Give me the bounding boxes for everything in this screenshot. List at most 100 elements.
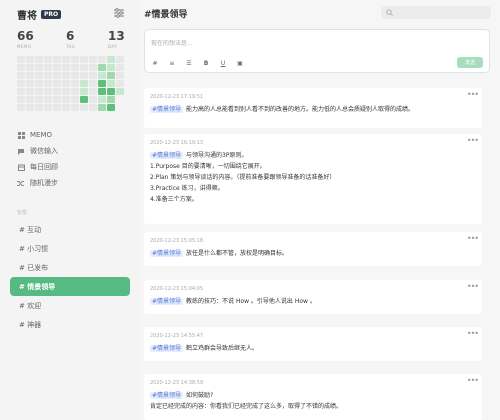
memo-card: 2020-12-23 14:38:59 ••• #情景领导 如何鼓励? 肯定已经完… bbox=[144, 374, 482, 420]
stats: 66 MEMO 6 TAG 13 DAY bbox=[17, 30, 127, 50]
sidebar-item-label: 随机漫步 bbox=[30, 179, 58, 187]
search-input[interactable] bbox=[381, 6, 491, 19]
search-icon bbox=[386, 9, 393, 16]
heatmap-cell bbox=[71, 80, 79, 87]
heatmap-cell bbox=[62, 104, 70, 111]
heatmap-cell bbox=[89, 80, 97, 87]
sidebar-item-random-walk[interactable]: 随机漫步 bbox=[17, 175, 58, 191]
activity-heatmap bbox=[17, 56, 124, 111]
underline-button[interactable]: U bbox=[219, 60, 227, 67]
heatmap-cell bbox=[107, 80, 115, 87]
image-icon[interactable]: ▣ bbox=[236, 60, 244, 67]
heatmap-cell bbox=[116, 104, 124, 111]
memo-tag[interactable]: #情景领导 bbox=[150, 152, 184, 159]
memo-tag[interactable]: #情景领导 bbox=[150, 392, 184, 399]
heatmap-cell bbox=[53, 56, 61, 63]
more-options-icon[interactable]: ••• bbox=[467, 136, 479, 145]
heatmap-cell bbox=[116, 72, 124, 79]
memo-tag[interactable]: #情景领导 bbox=[150, 106, 184, 113]
memo-timestamp: 2020-12-23 15:04:05 bbox=[150, 286, 204, 292]
heatmap-cell bbox=[98, 104, 106, 111]
editor-toolbar: # ≡ ☰ B U ▣ bbox=[151, 60, 244, 67]
heatmap-cell bbox=[53, 96, 61, 103]
memo-line: 如何鼓励? bbox=[186, 392, 214, 399]
more-options-icon[interactable]: ••• bbox=[467, 282, 479, 291]
heatmap-cell bbox=[116, 88, 124, 95]
heatmap-cell bbox=[98, 64, 106, 71]
more-options-icon[interactable]: ••• bbox=[467, 234, 479, 243]
sidebar-item-daily-review[interactable]: 每日回顾 bbox=[17, 159, 58, 175]
memo-content: #情景领导 鹤立鸡群会导致后继无人。 bbox=[150, 343, 475, 354]
sidebar-item-memo[interactable]: MEMO bbox=[17, 127, 58, 143]
heatmap-cell bbox=[89, 88, 97, 95]
memo-card: 2020-12-23 17:19:51 ••• #情景领导 能力高的人总能看到别人… bbox=[144, 88, 482, 128]
memo-content: #情景领导 教练的技巧：不说 How 。引导他人说出 How 。 bbox=[150, 296, 475, 307]
stat-day-value: 13 bbox=[108, 29, 125, 43]
memo-line: 教练的技巧：不说 How 。引导他人说出 How 。 bbox=[186, 298, 316, 305]
bold-button[interactable]: B bbox=[202, 60, 210, 67]
pro-badge: PRO bbox=[41, 10, 62, 19]
more-options-icon[interactable]: ••• bbox=[467, 329, 479, 338]
heatmap-cell bbox=[98, 80, 106, 87]
memo-line: 肯定已经完成的内容：你看我们已经完成了这么多，取得了不错的成绩。 bbox=[150, 403, 343, 410]
heatmap-cell bbox=[62, 56, 70, 63]
stat-tag-label: TAG bbox=[66, 44, 76, 49]
heatmap-cell bbox=[71, 72, 79, 79]
tags-header: 标签 bbox=[17, 210, 28, 216]
heatmap-cell bbox=[116, 96, 124, 103]
tag-item-welcome[interactable]: # 欢迎 bbox=[10, 296, 130, 315]
tag-item-situational-leadership[interactable]: # 情景领导 bbox=[10, 277, 130, 296]
memo-tag[interactable]: #情景领导 bbox=[150, 298, 184, 305]
stat-memo: 66 MEMO bbox=[17, 30, 34, 50]
sidebar-item-label: MEMO bbox=[30, 131, 53, 139]
tag-item-tools[interactable]: # 神器 bbox=[10, 315, 130, 334]
heatmap-cell bbox=[62, 80, 70, 87]
memo-tag[interactable]: #情景领导 bbox=[150, 250, 184, 257]
bullet-list-button[interactable]: ≡ bbox=[168, 60, 176, 67]
heatmap-cell bbox=[89, 72, 97, 79]
hashtag-button[interactable]: # bbox=[151, 60, 159, 67]
heatmap-cell bbox=[116, 56, 124, 63]
heatmap-cell bbox=[71, 56, 79, 63]
heatmap-cell bbox=[89, 104, 97, 111]
heatmap-cell bbox=[17, 72, 25, 79]
stat-tag: 6 TAG bbox=[66, 30, 76, 50]
heatmap-cell bbox=[98, 56, 106, 63]
heatmap-cell bbox=[26, 88, 34, 95]
sidebar-item-wechat[interactable]: 微信输入 bbox=[17, 143, 58, 159]
more-options-icon[interactable]: ••• bbox=[467, 376, 479, 385]
heatmap-cell bbox=[53, 104, 61, 111]
tag-item-interaction[interactable]: # 互动 bbox=[10, 220, 130, 239]
heatmap-cell bbox=[35, 80, 43, 87]
send-button[interactable]: 发送 bbox=[457, 57, 483, 68]
heatmap-cell bbox=[98, 72, 106, 79]
heatmap-cell bbox=[44, 96, 52, 103]
memo-line: 4.准备三个方案。 bbox=[150, 196, 198, 203]
stat-day-label: DAY bbox=[108, 44, 118, 49]
heatmap-cell bbox=[53, 80, 61, 87]
heatmap-cell bbox=[35, 96, 43, 103]
brand[interactable]: 曹将 PRO bbox=[17, 7, 62, 22]
sliders-icon[interactable] bbox=[113, 8, 125, 18]
memo-line: 能力高的人总能看到别人看不到的改善的地方。能力低的人总会质疑别人取得的成绩。 bbox=[186, 106, 415, 113]
memo-timestamp: 2020-12-23 15:05:18 bbox=[150, 238, 204, 244]
heatmap-cell bbox=[107, 104, 115, 111]
memo-line: 2.Plan 策划与领导谈话的内容。（提前准备要跟领导准备的话准备好） bbox=[150, 174, 336, 181]
memo-tag[interactable]: #情景领导 bbox=[150, 345, 184, 352]
heatmap-cell bbox=[17, 104, 25, 111]
memo-input[interactable] bbox=[151, 40, 351, 47]
heatmap-cell bbox=[35, 72, 43, 79]
grid-icon bbox=[17, 131, 25, 139]
user-name[interactable]: 曹将 bbox=[17, 7, 37, 22]
memo-card: 2020-12-23 15:05:18 ••• #情景领导 放任是什么都不管，放权… bbox=[144, 232, 482, 266]
tag-item-small-habit[interactable]: # 小习惯 bbox=[10, 239, 130, 258]
memo-card: 2020-12-23 14:55:47 ••• #情景领导 鹤立鸡群会导致后继无人… bbox=[144, 327, 482, 361]
more-options-icon[interactable]: ••• bbox=[467, 90, 479, 99]
heatmap-cell bbox=[26, 72, 34, 79]
numbered-list-button[interactable]: ☰ bbox=[185, 60, 193, 67]
heatmap-cell bbox=[107, 64, 115, 71]
heatmap-cell bbox=[35, 64, 43, 71]
heatmap-cell bbox=[107, 72, 115, 79]
tag-item-published[interactable]: # 已发布 bbox=[10, 258, 130, 277]
memo-line: 3.Practice 练习，讲得顺。 bbox=[150, 185, 224, 192]
